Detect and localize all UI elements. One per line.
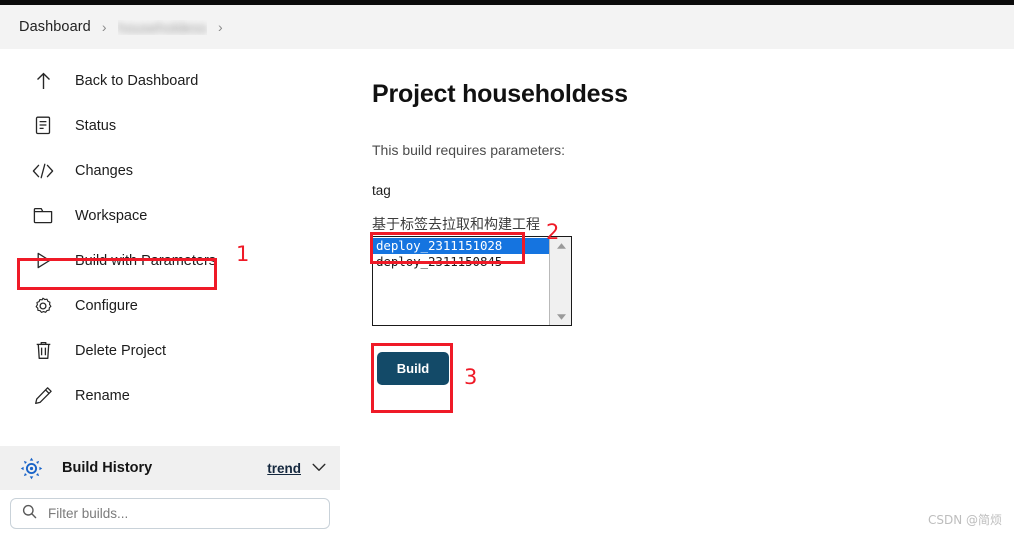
sidebar-item-rename[interactable]: Rename <box>0 373 340 418</box>
sidebar-item-label: Changes <box>75 162 134 179</box>
breadcrumb-item-dashboard[interactable]: Dashboard <box>19 19 91 35</box>
annotation-number-3: 3 <box>464 365 478 389</box>
sidebar-item-label: Configure <box>75 297 138 314</box>
breadcrumb-item-project[interactable]: householdess <box>118 20 208 35</box>
document-icon <box>30 114 56 138</box>
trash-icon <box>30 339 56 363</box>
code-brackets-icon <box>30 159 56 183</box>
sidebar-item-delete-project[interactable]: Delete Project <box>0 328 340 373</box>
sidebar-item-build-with-parameters[interactable]: Build with Parameters <box>0 238 340 283</box>
sidebar-item-back-to-dashboard[interactable]: Back to Dashboard <box>0 58 340 103</box>
gear-icon <box>30 294 56 318</box>
sidebar-item-configure[interactable]: Configure <box>0 283 340 328</box>
jenkins-project-page: Dashboard › householdess › Back to Dashb… <box>0 0 1014 536</box>
breadcrumb: Dashboard › householdess › <box>0 5 1014 49</box>
build-history-title: Build History <box>62 460 153 476</box>
build-button[interactable]: Build <box>377 352 449 385</box>
watermark: CSDN @简烦 <box>927 513 1002 527</box>
pencil-icon <box>30 384 56 408</box>
build-history-controls: trend <box>267 459 326 477</box>
sidebar-item-label: Back to Dashboard <box>75 72 199 89</box>
play-triangle-icon <box>30 249 56 273</box>
trend-link[interactable]: trend <box>267 461 301 476</box>
search-icon <box>22 504 37 524</box>
scroll-up-arrow-icon[interactable] <box>550 237 572 254</box>
sidebar-item-label: Delete Project <box>75 342 167 359</box>
listbox-options[interactable]: deploy_2311151028 deploy_2311150845 <box>373 237 550 325</box>
breadcrumb-item-project-label: householdess <box>117 20 208 35</box>
breadcrumb-separator-icon-2: › <box>218 19 223 35</box>
sidebar-item-label: Build with Parameters <box>75 252 217 269</box>
sidebar-item-status[interactable]: Status <box>0 103 340 148</box>
page-title: Project householdess <box>372 80 628 108</box>
sidebar-item-label: Rename <box>75 387 130 404</box>
listbox-option-selected[interactable]: deploy_2311151028 <box>373 238 550 254</box>
listbox-scrollbar[interactable] <box>549 237 571 325</box>
parameter-name-label: tag <box>372 183 391 198</box>
sidebar-item-workspace[interactable]: Workspace <box>0 193 340 238</box>
arrow-up-icon <box>30 69 56 93</box>
sidebar-item-changes[interactable]: Changes <box>0 148 340 193</box>
breadcrumb-separator-icon: › <box>101 19 107 35</box>
listbox-option[interactable]: deploy_2311150845 <box>373 254 549 270</box>
filter-builds-input[interactable] <box>46 505 301 522</box>
chevron-down-icon[interactable] <box>312 459 326 477</box>
sidebar-item-label: Status <box>75 117 117 134</box>
requires-parameters-text: This build requires parameters: <box>372 142 565 158</box>
folder-icon <box>30 204 56 228</box>
tag-parameter-listbox[interactable]: deploy_2311151028 deploy_2311150845 <box>372 236 572 326</box>
filter-builds-field[interactable] <box>10 498 330 529</box>
scroll-down-arrow-icon[interactable] <box>550 308 572 325</box>
build-history-header: Build History trend <box>0 446 340 490</box>
jenkins-weather-icon <box>18 456 44 480</box>
main-content: Project householdess This build requires… <box>372 58 992 385</box>
sidebar-item-label: Workspace <box>75 207 148 224</box>
parameter-description: 基于标签去拉取和构建工程 <box>372 217 540 233</box>
